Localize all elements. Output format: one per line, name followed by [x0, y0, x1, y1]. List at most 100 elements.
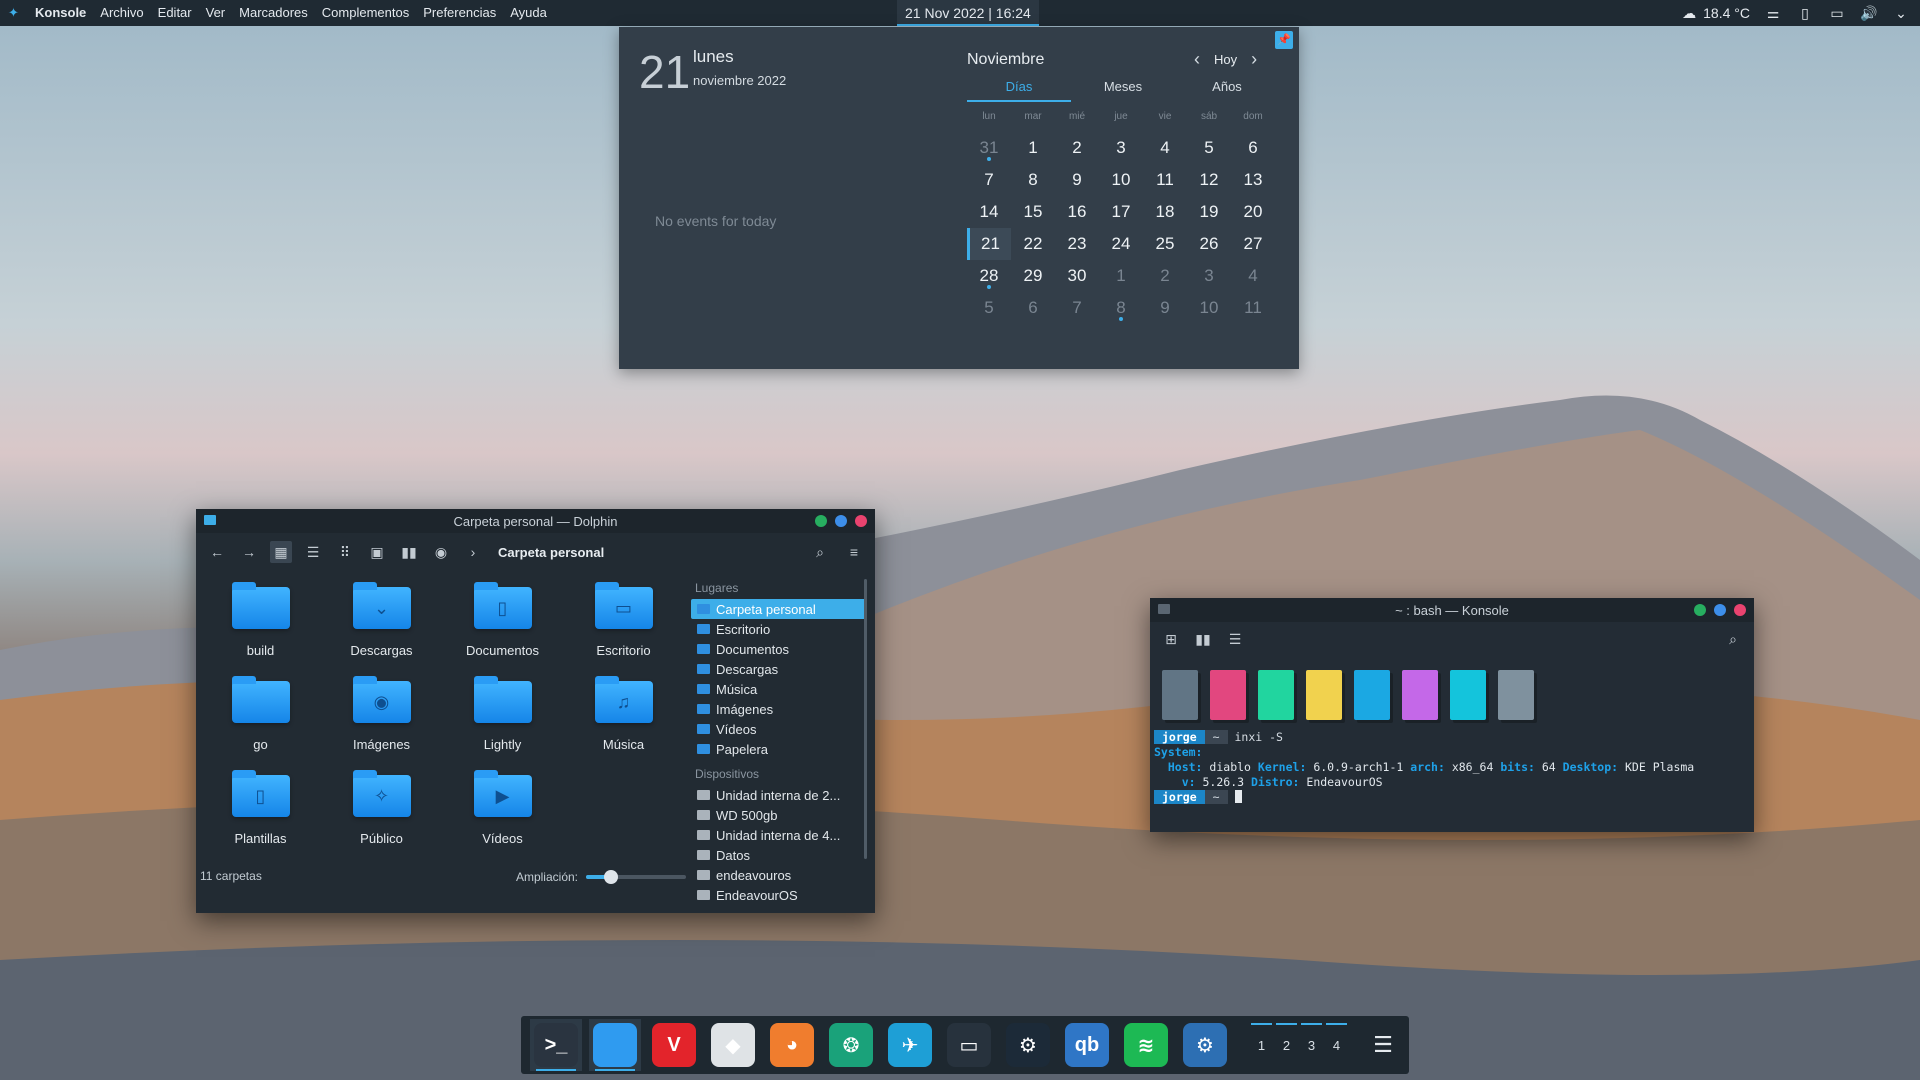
chevron-right-icon[interactable]: ›: [1251, 49, 1257, 70]
calendar-day[interactable]: 14: [967, 196, 1011, 228]
steam-app[interactable]: ⚙: [1002, 1019, 1054, 1071]
hamburger-menu-icon[interactable]: ☰: [1361, 1019, 1405, 1071]
qbittorrent-app[interactable]: qb: [1061, 1019, 1113, 1071]
app-name[interactable]: Konsole: [28, 0, 93, 26]
zoom-slider[interactable]: [586, 870, 686, 884]
split-view-icon[interactable]: ▮▮: [1192, 628, 1214, 650]
icons-view-icon[interactable]: ▦: [270, 541, 292, 563]
calendar-day[interactable]: 17: [1099, 196, 1143, 228]
calendar-day[interactable]: 2: [1055, 132, 1099, 164]
calendar-day[interactable]: 1: [1011, 132, 1055, 164]
close-button[interactable]: [855, 515, 867, 527]
konsole-app[interactable]: >_: [530, 1019, 582, 1071]
search-icon[interactable]: ⌕: [1722, 628, 1744, 650]
calendar-day[interactable]: 10: [1187, 292, 1231, 324]
workspace-4[interactable]: 4: [1324, 1019, 1349, 1071]
details-view-icon[interactable]: ☰: [302, 541, 324, 563]
places-item[interactable]: Carpeta personal: [691, 599, 867, 619]
inkscape-app[interactable]: ◆: [707, 1019, 759, 1071]
menu-preferencias[interactable]: Preferencias: [416, 0, 503, 26]
calendar-day[interactable]: 2: [1143, 260, 1187, 292]
calendar-day[interactable]: 24: [1099, 228, 1143, 260]
folder-item[interactable]: ✧ Público: [321, 769, 442, 863]
calendar-day[interactable]: 16: [1055, 196, 1099, 228]
menu-complementos[interactable]: Complementos: [315, 0, 416, 26]
calendar-day[interactable]: 9: [1143, 292, 1187, 324]
tab-months[interactable]: Meses: [1071, 79, 1175, 102]
places-item[interactable]: Música: [691, 679, 867, 699]
places-scrollbar[interactable]: [864, 579, 867, 859]
kde-logo-icon[interactable]: ✦: [8, 6, 22, 20]
chevron-down-icon[interactable]: ⌄: [1892, 4, 1910, 22]
places-item[interactable]: EndeavourOS: [691, 885, 867, 905]
calendar-day[interactable]: 7: [1055, 292, 1099, 324]
places-item[interactable]: Datos: [691, 845, 867, 865]
kdeconnect-app[interactable]: ✈: [884, 1019, 936, 1071]
gimp-app[interactable]: ◕: [766, 1019, 818, 1071]
eye-icon[interactable]: ◉: [430, 541, 452, 563]
preview-icon[interactable]: ▣: [366, 541, 388, 563]
folder-item[interactable]: ▭ Escritorio: [563, 581, 684, 675]
menu-ver[interactable]: Ver: [199, 0, 233, 26]
calendar-day[interactable]: 9: [1055, 164, 1099, 196]
calendar-day[interactable]: 26: [1187, 228, 1231, 260]
calendar-day[interactable]: 1: [1099, 260, 1143, 292]
device-icon[interactable]: ▯: [1796, 4, 1814, 22]
calendar-day[interactable]: 3: [1187, 260, 1231, 292]
places-item[interactable]: endeavouros: [691, 865, 867, 885]
minimize-button[interactable]: [1694, 604, 1706, 616]
breadcrumb[interactable]: Carpeta personal: [498, 545, 604, 560]
hamburger-menu-icon[interactable]: ≡: [843, 541, 865, 563]
calendar-day[interactable]: 7: [967, 164, 1011, 196]
tab-years[interactable]: Años: [1175, 79, 1279, 102]
remote-app[interactable]: ▭: [943, 1019, 995, 1071]
chevron-left-icon[interactable]: ‹: [1194, 49, 1200, 70]
pin-icon[interactable]: 📌: [1275, 31, 1293, 49]
calendar-day[interactable]: 20: [1231, 196, 1275, 228]
new-tab-icon[interactable]: ⊞: [1160, 628, 1182, 650]
split-icon[interactable]: ▮▮: [398, 541, 420, 563]
zoom-handle[interactable]: [604, 870, 618, 884]
folder-item[interactable]: build: [200, 581, 321, 675]
calendar-day[interactable]: 11: [1143, 164, 1187, 196]
volume-icon[interactable]: 🔊: [1860, 4, 1878, 22]
calendar-day[interactable]: 28: [967, 260, 1011, 292]
calendar-day[interactable]: 12: [1187, 164, 1231, 196]
minimize-button[interactable]: [815, 515, 827, 527]
places-item[interactable]: WD 500gb: [691, 805, 867, 825]
menu-marcadores[interactable]: Marcadores: [232, 0, 315, 26]
places-item[interactable]: Descargas: [691, 659, 867, 679]
forward-arrow-icon[interactable]: →: [238, 541, 260, 563]
folder-item[interactable]: go: [200, 675, 321, 769]
calendar-day[interactable]: 22: [1011, 228, 1055, 260]
today-button[interactable]: Hoy: [1214, 52, 1237, 67]
maximize-button[interactable]: [1714, 604, 1726, 616]
calendar-day[interactable]: 30: [1055, 260, 1099, 292]
calendar-day[interactable]: 6: [1231, 132, 1275, 164]
calendar-day[interactable]: 27: [1231, 228, 1275, 260]
calendar-day[interactable]: 19: [1187, 196, 1231, 228]
folder-item[interactable]: ⌄ Descargas: [321, 581, 442, 675]
sliders-icon[interactable]: ⚌: [1764, 4, 1782, 22]
weather-widget[interactable]: ☁ 18.4 °C: [1680, 4, 1750, 22]
folder-item[interactable]: ▶ Vídeos: [442, 769, 563, 863]
calendar-day[interactable]: 18: [1143, 196, 1187, 228]
calendar-day[interactable]: 8: [1099, 292, 1143, 324]
calendar-day[interactable]: 4: [1231, 260, 1275, 292]
folder-item[interactable]: ▯ Plantillas: [200, 769, 321, 863]
folder-item[interactable]: ▯ Documentos: [442, 581, 563, 675]
calendar-day[interactable]: 13: [1231, 164, 1275, 196]
calendar-day-today[interactable]: 21: [967, 228, 1011, 260]
menu-ayuda[interactable]: Ayuda: [503, 0, 554, 26]
back-arrow-icon[interactable]: ←: [206, 541, 228, 563]
menu-editar[interactable]: Editar: [151, 0, 199, 26]
panel-clock[interactable]: 21 Nov 2022 | 16:24: [897, 0, 1039, 26]
places-item[interactable]: Unidad interna de 2...: [691, 785, 867, 805]
calendar-day[interactable]: 31: [967, 132, 1011, 164]
calendar-day[interactable]: 4: [1143, 132, 1187, 164]
places-item[interactable]: Vídeos: [691, 719, 867, 739]
places-item[interactable]: Imágenes: [691, 699, 867, 719]
calendar-day[interactable]: 25: [1143, 228, 1187, 260]
terminal-output[interactable]: jorge ~ inxi -S System: Host: diablo Kern…: [1150, 720, 1754, 805]
settings-app[interactable]: ⚙: [1179, 1019, 1231, 1071]
